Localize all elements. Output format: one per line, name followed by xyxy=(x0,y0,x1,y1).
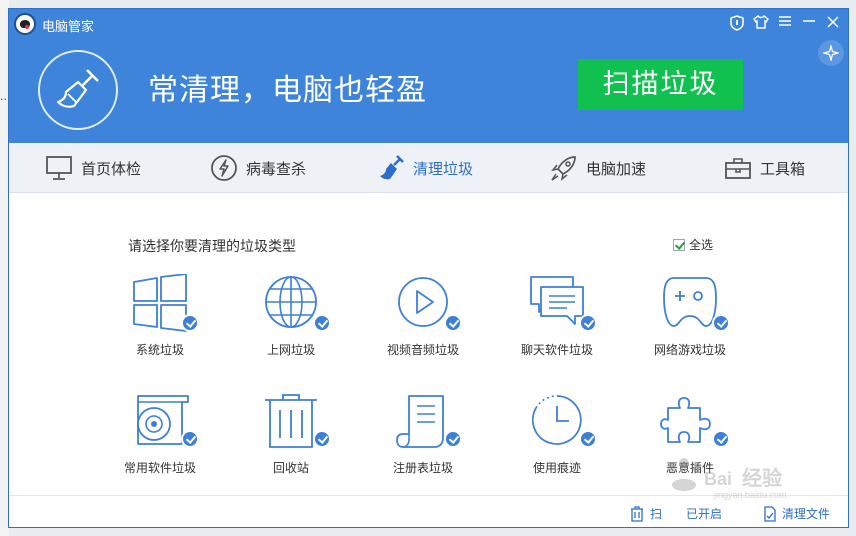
file-clean-icon xyxy=(764,505,776,522)
auto-scan-status: 已开启 xyxy=(686,507,723,521)
check-badge-icon xyxy=(181,430,199,448)
check-badge-icon xyxy=(444,314,462,332)
category-common-software-junk[interactable]: 常用软件垃圾 xyxy=(105,392,215,492)
nav-label: 工具箱 xyxy=(760,159,806,178)
category-label: 视频音频垃圾 xyxy=(386,343,459,357)
nav-label: 首页体检 xyxy=(81,159,142,178)
category-online-game-junk[interactable]: 网络游戏垃圾 xyxy=(635,274,745,374)
category-recycle-bin[interactable]: 回收站 xyxy=(236,392,346,492)
minimize-icon[interactable] xyxy=(800,14,818,32)
trash-icon xyxy=(265,394,317,448)
category-registry-junk[interactable]: 注册表垃圾 xyxy=(368,392,478,492)
category-web-junk[interactable]: 上网垃圾 xyxy=(236,274,346,374)
toolbox-icon xyxy=(725,158,751,179)
shirt-icon[interactable] xyxy=(752,14,770,32)
category-video-audio-junk[interactable]: 视频音频垃圾 xyxy=(368,274,478,374)
check-badge-icon xyxy=(181,314,199,332)
category-usage-traces[interactable]: 使用痕迹 xyxy=(502,392,612,492)
category-label: 注册表垃圾 xyxy=(392,461,453,475)
check-badge-icon xyxy=(579,314,597,332)
auto-scan-toggle[interactable]: 扫 已开启 xyxy=(629,505,722,522)
check-badge-icon xyxy=(712,314,730,332)
app-window: 电脑管家 常清理，电脑也轻盈 扫描垃圾 首页体检 病毒查杀 清理垃圾 电脑加速 … xyxy=(8,8,849,528)
clean-files-link[interactable]: 清理文件 xyxy=(763,505,830,522)
category-label: 系统垃圾 xyxy=(135,343,184,357)
svg-text:jingyan.baidu.com: jingyan.baidu.com xyxy=(713,490,787,500)
check-badge-icon xyxy=(313,314,331,332)
check-badge-icon xyxy=(444,430,462,448)
category-label: 上网垃圾 xyxy=(266,343,315,357)
window-controls xyxy=(728,14,842,32)
svg-text:Bai: Bai xyxy=(704,469,732,489)
tab-speed-up[interactable]: 电脑加速 xyxy=(550,143,646,193)
auto-scan-label: 扫 xyxy=(650,507,663,521)
main-nav: 首页体检 病毒查杀 清理垃圾 电脑加速 工具箱 xyxy=(9,143,848,193)
category-chat-software-junk[interactable]: 聊天软件垃圾 xyxy=(502,274,612,374)
puzzle-icon xyxy=(660,397,711,443)
select-all-label: 全选 xyxy=(689,238,714,252)
header: 电脑管家 常清理，电脑也轻盈 扫描垃圾 xyxy=(9,9,848,143)
tab-home-checkup[interactable]: 首页体检 xyxy=(45,143,141,193)
check-badge-icon xyxy=(579,430,597,448)
close-icon[interactable] xyxy=(824,14,842,32)
tab-clean-junk[interactable]: 清理垃圾 xyxy=(379,143,473,193)
category-label: 网络游戏垃圾 xyxy=(653,343,726,357)
select-all-checkbox[interactable]: 全选 xyxy=(673,236,713,253)
category-label: 聊天软件垃圾 xyxy=(520,343,593,357)
clean-options-panel: 请选择你要清理的垃圾类型 全选 系统垃圾 上网垃圾 视频音频垃圾 聊天软件垃圾 … xyxy=(9,194,848,495)
sparkle-icon[interactable] xyxy=(818,40,844,66)
section-title: 请选择你要清理的垃圾类型 xyxy=(128,239,296,255)
category-label: 使用痕迹 xyxy=(532,461,581,475)
scan-junk-button[interactable]: 扫描垃圾 xyxy=(578,59,743,110)
broom-icon xyxy=(380,155,404,180)
check-badge-icon xyxy=(313,430,331,448)
globe-icon xyxy=(265,276,317,328)
broom-hero-icon xyxy=(38,50,118,130)
title-bar[interactable]: 电脑管家 xyxy=(9,9,848,39)
app-logo-icon xyxy=(14,13,36,35)
menu-icon[interactable] xyxy=(776,14,794,32)
nav-label: 清理垃圾 xyxy=(413,159,474,178)
checkbox-checked-icon xyxy=(673,238,685,251)
lightning-icon xyxy=(211,155,237,181)
gamepad-icon xyxy=(663,277,717,327)
shield-icon[interactable] xyxy=(728,14,746,32)
nav-label: 电脑加速 xyxy=(586,159,647,178)
monitor-icon xyxy=(46,156,72,180)
category-label: 回收站 xyxy=(272,461,309,475)
slogan: 常清理，电脑也轻盈 xyxy=(148,73,427,108)
baidu-jingyan-watermark-logo: Bai 经验 jingyan.baidu.com xyxy=(667,458,787,500)
clean-files-label: 清理文件 xyxy=(782,507,831,521)
check-badge-icon xyxy=(712,430,730,448)
svg-text:经验: 经验 xyxy=(742,466,782,490)
rocket-icon xyxy=(551,156,576,181)
nav-label: 病毒查杀 xyxy=(246,159,307,178)
chat-icon xyxy=(530,276,584,325)
tab-toolbox[interactable]: 工具箱 xyxy=(724,143,805,193)
clock-icon xyxy=(531,395,582,445)
tab-virus-scan[interactable]: 病毒查杀 xyxy=(210,143,306,193)
app-title: 电脑管家 xyxy=(42,20,95,35)
category-system-junk[interactable]: 系统垃圾 xyxy=(105,274,215,374)
trash-small-icon xyxy=(631,505,643,522)
category-label: 常用软件垃圾 xyxy=(123,461,196,475)
